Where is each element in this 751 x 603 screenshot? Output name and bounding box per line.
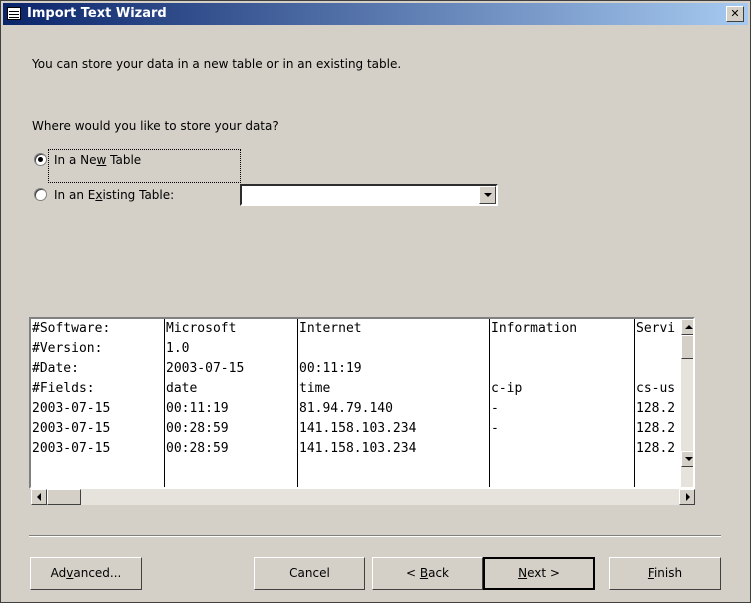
preview-cell bbox=[490, 339, 635, 359]
preview-cell: 1.0 bbox=[166, 341, 190, 356]
preview-grid-body: #Software: Microsoft Internet Information Se… bbox=[31, 319, 681, 487]
preview-cell: - bbox=[491, 421, 499, 436]
preview-grid[interactable]: #Software: Microsoft Internet Information Se… bbox=[29, 317, 695, 489]
combo-dropdown-button[interactable] bbox=[479, 186, 496, 204]
horizontal-scrollbar[interactable] bbox=[31, 489, 695, 505]
scroll-left-button[interactable] bbox=[31, 489, 47, 505]
preview-row: 2003-07-15 00:28:59 141.158.103.234 128.2 bbox=[31, 439, 681, 459]
preview-cell: Information bbox=[491, 321, 578, 336]
preview-cell: 2003-07-15 bbox=[32, 401, 111, 416]
scrollbar-corner bbox=[695, 489, 711, 505]
preview-cell: Servi bbox=[636, 321, 676, 336]
scroll-right-button[interactable] bbox=[679, 489, 695, 505]
table-icon bbox=[7, 7, 21, 20]
preview-cell: Internet bbox=[299, 321, 362, 336]
preview-cell bbox=[490, 439, 635, 459]
preview-cell: Microsoft bbox=[166, 321, 237, 336]
preview-cell: #Version: bbox=[32, 341, 103, 356]
preview-row: 2003-07-15 00:28:59 141.158.103.234 - 128.2 bbox=[31, 419, 681, 439]
arrow-right-icon bbox=[686, 493, 690, 501]
preview-cell: #Fields: bbox=[32, 381, 95, 396]
preview-cell: #Date: bbox=[32, 361, 79, 376]
arrow-up-icon bbox=[685, 325, 693, 329]
preview-cell bbox=[635, 339, 681, 359]
preview-cell: 00:11:19 bbox=[166, 401, 229, 416]
preview-cell: 00:11:19 bbox=[299, 361, 362, 376]
preview-row: #Fields: date time c-ip cs-us bbox=[31, 379, 681, 399]
preview-cell: cs-us bbox=[636, 381, 676, 396]
preview-cell: 128.2 bbox=[636, 441, 676, 456]
radio-new-table[interactable] bbox=[34, 153, 47, 166]
preview-cell: 2003-07-15 bbox=[166, 361, 245, 376]
preview-cell: 2003-07-15 bbox=[32, 421, 111, 436]
preview-cell: 2003-07-15 bbox=[32, 441, 111, 456]
arrow-down-icon bbox=[685, 457, 693, 461]
preview-cell: time bbox=[299, 381, 331, 396]
preview-cell bbox=[490, 359, 635, 379]
preview-row: 2003-07-15 00:11:19 81.94.79.140 - 128.2 bbox=[31, 399, 681, 419]
preview-cell: 141.158.103.234 bbox=[299, 441, 417, 456]
new-table-label[interactable]: In a New Table bbox=[54, 153, 141, 167]
chevron-down-icon bbox=[484, 193, 492, 197]
intro-text: You can store your data in a new table o… bbox=[32, 57, 402, 71]
preview-cell: c-ip bbox=[491, 381, 523, 396]
radio-existing-table[interactable] bbox=[34, 188, 47, 201]
scroll-up-button[interactable] bbox=[681, 319, 693, 335]
preview-cell: 00:28:59 bbox=[166, 421, 229, 436]
arrow-left-icon bbox=[37, 493, 41, 501]
window-title: Import Text Wizard bbox=[27, 6, 167, 21]
scroll-down-button[interactable] bbox=[681, 451, 693, 467]
back-button[interactable]: < Back bbox=[372, 557, 483, 590]
preview-cell: - bbox=[491, 401, 499, 416]
import-text-wizard-dialog: Import Text Wizard ✕ You can store your … bbox=[0, 0, 751, 603]
preview-row: #Software: Microsoft Internet Information Se… bbox=[31, 319, 681, 339]
preview-cell bbox=[298, 339, 490, 359]
vertical-scroll-thumb[interactable] bbox=[681, 335, 693, 359]
vertical-scrollbar[interactable] bbox=[681, 319, 693, 487]
close-button[interactable]: ✕ bbox=[726, 6, 744, 22]
question-text: Where would you like to store your data? bbox=[32, 119, 279, 133]
preview-cell: 81.94.79.140 bbox=[299, 401, 393, 416]
preview-cell: 128.2 bbox=[636, 401, 676, 416]
advanced-button[interactable]: Advanced... bbox=[30, 557, 142, 590]
horizontal-scroll-thumb[interactable] bbox=[47, 489, 81, 505]
finish-button[interactable]: Finish bbox=[609, 557, 721, 590]
preview-cell: 00:28:59 bbox=[166, 441, 229, 456]
preview-cell: 141.158.103.234 bbox=[299, 421, 417, 436]
next-button[interactable]: Next > bbox=[483, 557, 595, 590]
button-separator bbox=[29, 535, 721, 537]
preview-cell: #Software: bbox=[32, 321, 111, 336]
preview-row: #Version: 1.0 bbox=[31, 339, 681, 359]
title-bar: Import Text Wizard ✕ bbox=[3, 3, 748, 25]
existing-table-combo[interactable] bbox=[240, 184, 498, 206]
preview-cell: 128.2 bbox=[636, 421, 676, 436]
preview-cell bbox=[635, 359, 681, 379]
radio-selected-dot bbox=[38, 157, 43, 162]
preview-cell: date bbox=[166, 381, 198, 396]
preview-row: #Date: 2003-07-15 00:11:19 bbox=[31, 359, 681, 379]
existing-table-label[interactable]: In an Existing Table: bbox=[54, 188, 174, 202]
cancel-button[interactable]: Cancel bbox=[254, 557, 365, 590]
